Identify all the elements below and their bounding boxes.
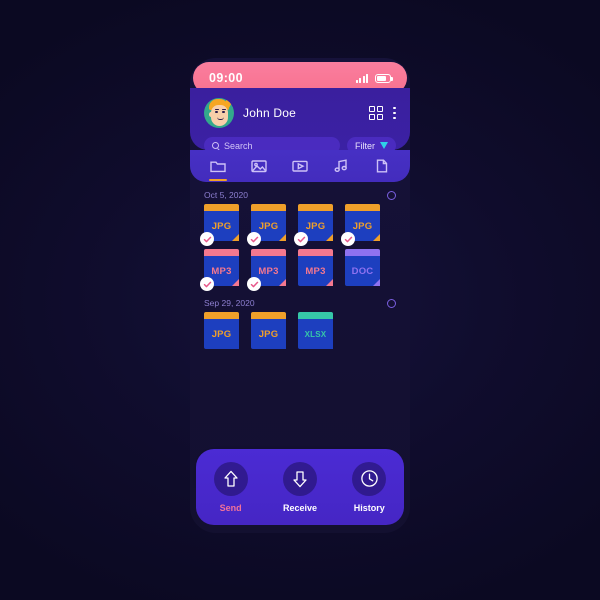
- file-extension: JPG: [211, 328, 232, 340]
- grid-view-icon[interactable]: [368, 105, 384, 121]
- file-selected-check[interactable]: [247, 232, 261, 246]
- file-extension: MP3: [305, 265, 326, 277]
- video-icon: [292, 160, 308, 172]
- user-name: John Doe: [243, 106, 296, 120]
- check-icon: [250, 281, 258, 287]
- file-card[interactable]: JPG: [247, 204, 286, 246]
- profile-row: John Doe: [204, 98, 396, 128]
- nav-label: Receive: [282, 502, 317, 513]
- overflow-menu-icon[interactable]: [393, 106, 396, 120]
- file-extension: MP3: [211, 265, 232, 277]
- file-card[interactable]: JPG: [251, 312, 286, 349]
- screenshot-root: 09:00 John Doe Search Filter Oct 5, 2020…: [0, 0, 600, 600]
- tab-music[interactable]: [329, 153, 353, 179]
- nav-icon-circle: [282, 461, 317, 496]
- date-label: Oct 5, 2020: [204, 190, 248, 200]
- clock-icon: [361, 470, 378, 487]
- search-placeholder: Search: [224, 140, 253, 151]
- file-card[interactable]: JPG: [204, 312, 239, 349]
- file-extension: JPG: [305, 220, 326, 232]
- circle-unchecked-icon[interactable]: [387, 298, 396, 308]
- file-card[interactable]: MP3: [247, 249, 286, 291]
- nav-item-receive[interactable]: Receive: [272, 461, 328, 513]
- signal-bars-icon: [356, 73, 368, 83]
- file-selected-check[interactable]: [200, 232, 214, 246]
- file-extension: JPG: [352, 220, 373, 232]
- nav-label: Send: [219, 502, 242, 513]
- date-label: Sep 29, 2020: [204, 298, 255, 308]
- nav-label: History: [353, 502, 385, 513]
- file-extension: MP3: [258, 265, 279, 277]
- funnel-icon: [380, 142, 388, 149]
- date-group-header: Oct 5, 2020: [190, 182, 410, 204]
- check-icon: [297, 236, 305, 242]
- file-selected-check[interactable]: [294, 232, 308, 246]
- file-row: JPG JPG XLSX: [190, 312, 410, 349]
- file-card[interactable]: JPG: [341, 204, 380, 246]
- filter-label: Filter: [355, 140, 375, 151]
- arrow-down-icon: [293, 470, 307, 487]
- search-icon: [212, 142, 219, 149]
- circle-unchecked-icon[interactable]: [387, 190, 396, 200]
- header-actions: [368, 105, 396, 121]
- folder-icon: [210, 161, 227, 173]
- tab-document[interactable]: [370, 153, 394, 179]
- file-card[interactable]: XLSX: [298, 312, 333, 349]
- status-time: 09:00: [209, 71, 243, 85]
- arrow-up-icon: [224, 470, 238, 487]
- check-icon: [203, 236, 211, 242]
- nav-item-send[interactable]: Send: [203, 461, 259, 513]
- file-card[interactable]: DOC: [345, 249, 380, 286]
- date-group-header: Sep 29, 2020: [190, 286, 410, 312]
- check-icon: [250, 236, 258, 242]
- file-extension: JPG: [258, 328, 279, 340]
- battery-icon: [375, 73, 393, 83]
- music-note-icon: [334, 159, 347, 172]
- file-card[interactable]: JPG: [200, 204, 239, 246]
- file-row: JPG JPG JPG JPG: [190, 204, 410, 246]
- check-icon: [344, 236, 352, 242]
- file-extension: XLSX: [304, 329, 327, 339]
- file-extension: JPG: [211, 220, 232, 232]
- avatar[interactable]: [204, 98, 234, 128]
- category-tabbar: [190, 150, 410, 182]
- image-icon: [251, 160, 267, 173]
- active-tab-indicator: [209, 178, 228, 181]
- file-extension: DOC: [351, 265, 374, 277]
- file-selected-check[interactable]: [200, 277, 214, 291]
- nav-item-history[interactable]: History: [341, 461, 397, 513]
- document-icon: [376, 159, 387, 173]
- file-selected-check[interactable]: [247, 277, 261, 291]
- file-row: MP3 MP3 MP3 DOC: [190, 249, 410, 291]
- bottom-navigation: Send Receive History: [196, 449, 404, 525]
- tab-video[interactable]: [288, 153, 312, 179]
- file-browser[interactable]: Oct 5, 2020 JPG JPG JPG JPG MP3 MP3 MP3 …: [190, 182, 410, 488]
- file-extension: JPG: [258, 220, 279, 232]
- file-card[interactable]: MP3: [298, 249, 333, 286]
- status-indicators: [356, 73, 393, 83]
- nav-icon-circle: [352, 461, 387, 496]
- file-card[interactable]: MP3: [200, 249, 239, 291]
- header-card: John Doe Search Filter: [190, 88, 410, 154]
- file-card[interactable]: JPG: [294, 204, 333, 246]
- tab-folder[interactable]: [206, 153, 230, 181]
- file-selected-check[interactable]: [341, 232, 355, 246]
- nav-icon-circle: [213, 461, 248, 496]
- phone-frame: 09:00 John Doe Search Filter Oct 5, 2020…: [190, 58, 410, 533]
- check-icon: [203, 281, 211, 287]
- tab-images[interactable]: [247, 153, 271, 179]
